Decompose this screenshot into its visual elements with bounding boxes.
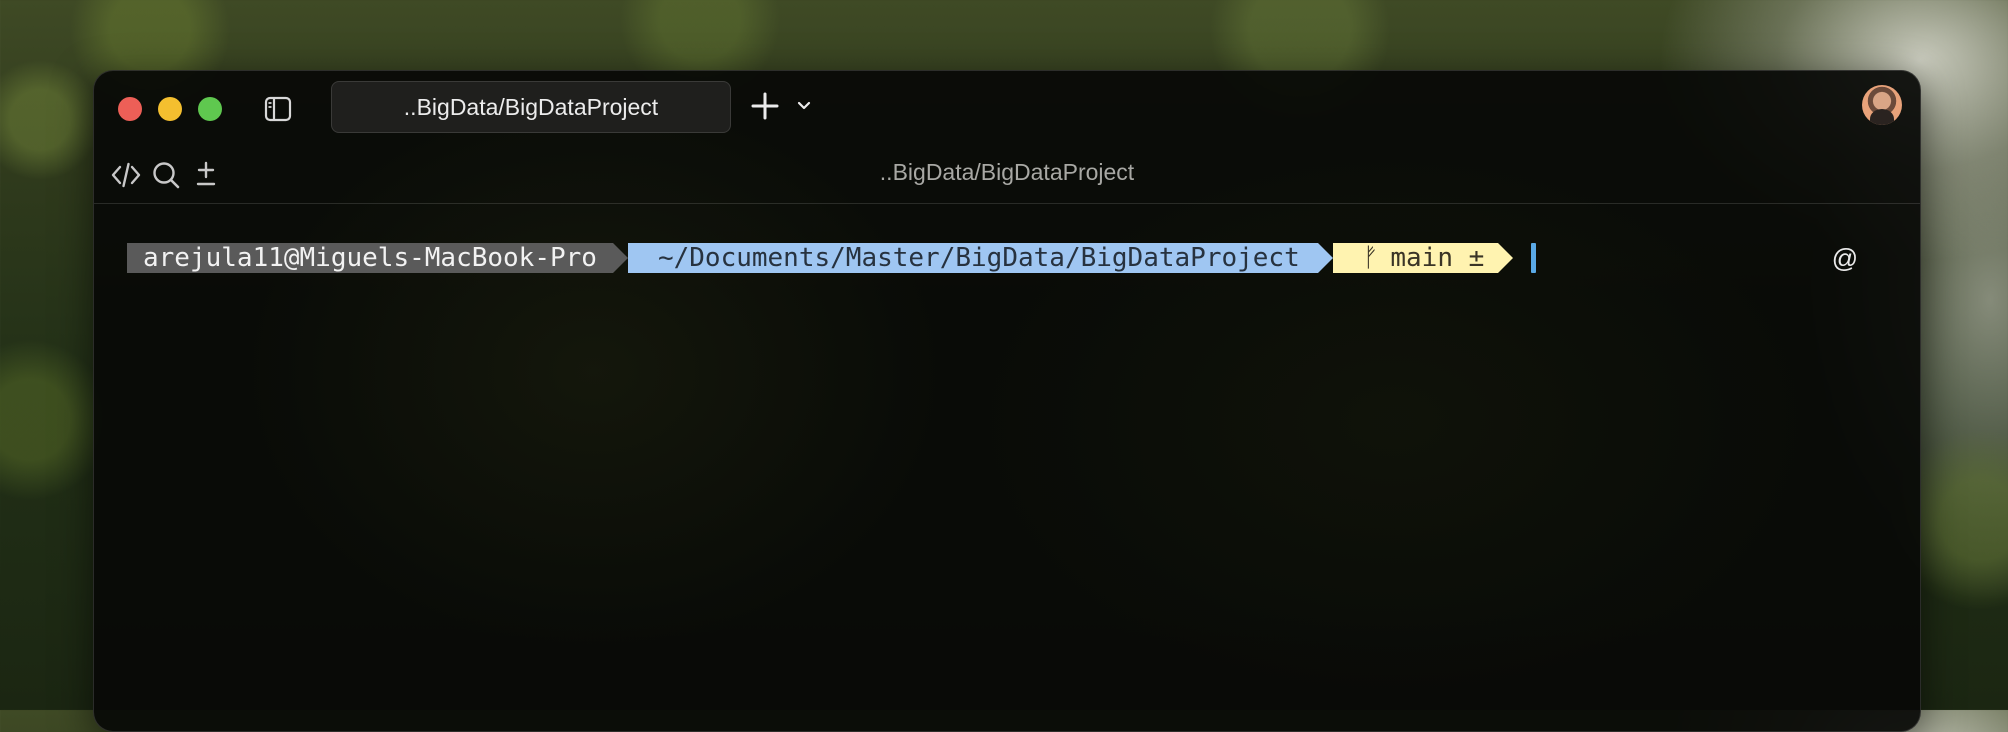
prompt-user-host: arejula11@Miguels-MacBook-Pro	[127, 243, 613, 273]
title-bar: ..BigData/BigDataProject	[94, 71, 1920, 139]
prompt-separator	[1498, 243, 1514, 273]
prompt-git-segment: ᚠ main ±	[1332, 243, 1499, 273]
toolbar: ..BigData/BigDataProject	[94, 139, 1920, 204]
git-branch-name: main ±	[1390, 243, 1485, 273]
plus-icon	[751, 92, 779, 120]
tab-title: ..BigData/BigDataProject	[403, 93, 659, 120]
git-branch-icon: ᚠ	[1362, 243, 1379, 273]
prompt-cwd: ~/Documents/Master/BigData/BigDataProjec…	[627, 243, 1318, 273]
prompt-separator	[1317, 243, 1333, 273]
tab-active[interactable]: ..BigData/BigDataProject	[331, 81, 731, 133]
text-cursor	[1531, 243, 1537, 273]
tab-dropdown-button[interactable]	[795, 97, 813, 115]
sidebar-toggle-button[interactable]	[262, 93, 294, 125]
prompt-separator	[612, 243, 628, 273]
minimize-window-button[interactable]	[158, 97, 182, 121]
new-tab-button[interactable]	[748, 89, 782, 123]
maximize-window-button[interactable]	[198, 97, 222, 121]
at-button[interactable]: @	[1830, 243, 1860, 273]
terminal-prompt[interactable]: arejula11@Miguels-MacBook-Pro ~/Document…	[127, 243, 1537, 273]
close-window-button[interactable]	[118, 97, 142, 121]
chevron-down-icon	[797, 101, 811, 110]
terminal-window: ..BigData/BigDataProject ..BigData/BigDa…	[93, 70, 1921, 732]
avatar[interactable]	[1862, 85, 1902, 125]
current-path-label: ..BigData/BigDataProject	[879, 159, 1135, 185]
sidebar-icon	[264, 96, 292, 122]
at-icon: @	[1831, 243, 1859, 273]
